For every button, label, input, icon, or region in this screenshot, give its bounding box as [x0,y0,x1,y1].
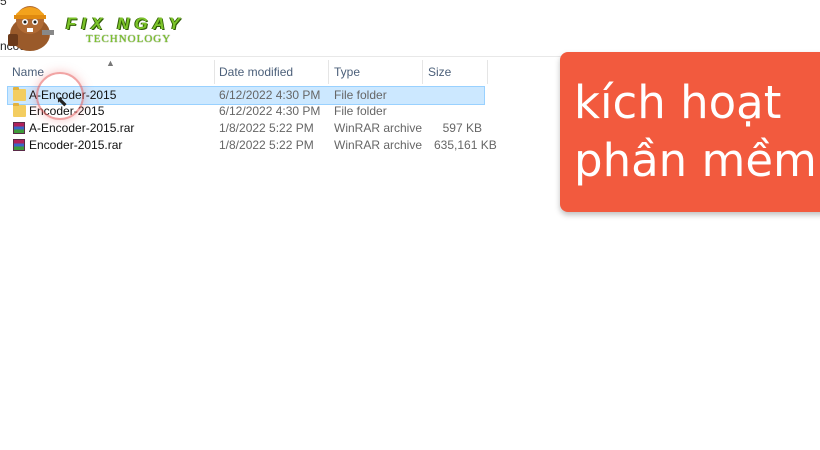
winrar-icon [13,139,25,151]
file-size: 635,161 KB [434,138,497,152]
logo-subtitle: TECHNOLOGY [86,33,172,45]
column-header-date[interactable]: Date modified [219,60,293,82]
file-type: File folder [334,104,387,118]
folder-icon [13,103,26,117]
folder-icon [13,87,26,101]
file-date: 6/12/2022 4:30 PM [219,104,321,118]
file-name: A-Encoder-2015.rar [29,121,135,135]
winrar-icon [13,122,25,134]
column-divider[interactable] [214,60,215,84]
callout-line-2: phần mềm [574,134,817,187]
column-divider[interactable] [328,60,329,84]
mouse-cursor-icon: ⬉ [56,93,68,109]
file-type: File folder [334,88,387,102]
file-date: 6/12/2022 4:30 PM [219,88,321,102]
callout-text: kích hoạt phần mềm [574,74,817,190]
callout-line-1: kích hoạt [574,76,782,129]
column-header-type[interactable]: Type [334,60,360,82]
file-row[interactable]: Encoder-2015.rar 1/8/2022 5:22 PM WinRAR… [8,137,497,154]
annotation-callout: kích hoạt phần mềm [560,52,820,212]
fixngay-logo: FIX NGAY TECHNOLOGY [0,0,190,54]
beaver-mascot-icon [8,6,54,51]
file-date: 1/8/2022 5:22 PM [219,121,314,135]
column-divider[interactable] [487,60,488,84]
file-date: 1/8/2022 5:22 PM [219,138,314,152]
file-size: 597 KB [442,121,482,135]
file-type: WinRAR archive [334,138,423,152]
file-type: WinRAR archive [334,121,423,135]
sort-ascending-icon: ▲ [106,58,115,68]
logo-title: FIX NGAY [66,14,186,33]
column-header-name[interactable]: Name [12,60,44,82]
file-row[interactable]: A-Encoder-2015.rar 1/8/2022 5:22 PM WinR… [8,120,484,137]
column-header-size[interactable]: Size [428,60,451,82]
file-name: Encoder-2015.rar [29,138,123,152]
column-divider[interactable] [422,60,423,84]
